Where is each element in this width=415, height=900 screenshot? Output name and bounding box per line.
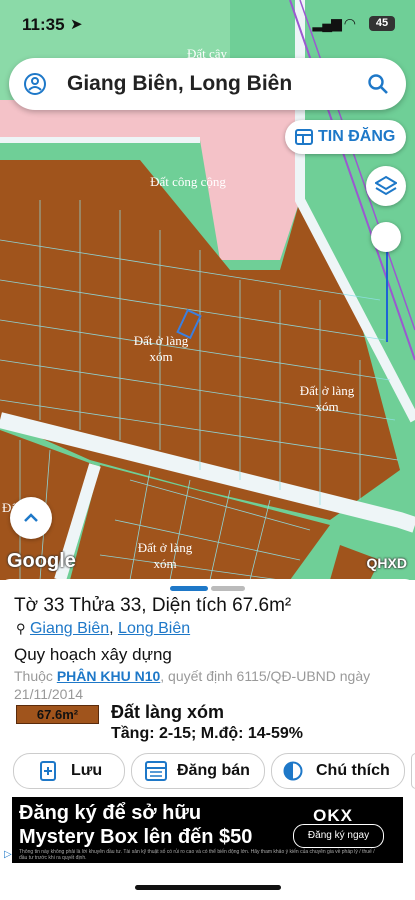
search-bar[interactable]: Giang Biên, Long Biên (9, 58, 406, 110)
zone-label-lang-xom-east: Đất ở làng xóm (299, 383, 355, 414)
layers-button[interactable] (366, 166, 406, 206)
tin-dang-label: TIN ĐĂNG (318, 128, 396, 145)
half-circle-icon (283, 761, 303, 781)
belongs-prefix: Thuộc (14, 668, 53, 684)
qhxd-label: QHXD (366, 555, 407, 571)
tin-dang-button[interactable]: TIN ĐĂNG (285, 120, 406, 154)
location-arrow-icon: ➤ (70, 16, 83, 33)
signal-wifi-icon: ▂▄▆ ◠ (312, 15, 356, 31)
ward-link[interactable]: Giang Biên (30, 620, 109, 637)
save-label: Lưu (71, 762, 103, 779)
legend-button[interactable]: Chú thích (271, 753, 405, 789)
save-button[interactable]: Lưu (13, 753, 125, 789)
planning-heading: Quy hoạch xây dựng (14, 645, 172, 664)
post-for-sale-label: Đăng bán (177, 762, 250, 779)
parcel-address: ⚲ Giang Biên, Long Biên (16, 620, 191, 637)
map-pin-icon: ⚲ (16, 621, 26, 636)
google-logo: Google (7, 550, 76, 572)
ad-choices-icon[interactable]: ▷ (4, 849, 12, 860)
add-document-icon (40, 761, 56, 781)
battery-icon: 45 (369, 16, 395, 31)
user-location-icon[interactable] (24, 73, 46, 95)
parcel-info-sheet[interactable]: Tờ 33 Thửa 33, Diện tích 67.6m² ⚲ Giang … (0, 579, 415, 900)
area-badge: 67.6m² (16, 705, 99, 724)
parcel-title: Tờ 33 Thửa 33, Diện tích 67.6m² (14, 595, 292, 616)
slider-knob[interactable] (371, 222, 401, 252)
ad-banner[interactable]: Đăng ký để sở hữu Mystery Box lên đến $5… (12, 797, 403, 863)
zone-label-lang-xom-south: Đất ở làng xóm (137, 540, 193, 571)
more-actions-peek[interactable] (411, 753, 415, 789)
expand-up-button[interactable] (10, 497, 52, 539)
search-icon[interactable] (367, 73, 389, 95)
ad-signup-button[interactable]: Đăng ký ngay (293, 824, 384, 848)
ad-headline-2: Mystery Box lên đến $50 (19, 826, 253, 848)
status-bar: 11:35 ➤ ▂▄▆ ◠ 45 (0, 0, 415, 46)
zone-label-lang-xom-center: Đất ở làng xóm (133, 333, 189, 364)
slider-track[interactable] (386, 242, 388, 342)
district-link[interactable]: Long Biên (118, 620, 190, 637)
listing-board-icon (145, 761, 167, 781)
floors-density: Tầng: 2-15; M.độ: 14-59% (111, 725, 304, 742)
clock: 11:35 (22, 15, 65, 34)
zone-description: Thuộc PHÂN KHU N10, quyết định 6115/QĐ-U… (14, 667, 404, 703)
zone-link[interactable]: PHÂN KHU N10 (57, 668, 160, 684)
land-type: Đất làng xóm (111, 702, 225, 722)
post-for-sale-button[interactable]: Đăng bán (131, 753, 265, 789)
opacity-slider[interactable] (371, 222, 401, 344)
layers-icon (375, 175, 397, 196)
ad-headline-1: Đăng ký để sở hữu (19, 802, 202, 824)
ad-disclaimer: Thông tin này không phải là lời khuyên đ… (19, 849, 375, 861)
okx-logo: OKX (313, 806, 353, 825)
legend-label: Chú thích (316, 762, 390, 779)
sheet-handle-inactive[interactable] (211, 586, 245, 591)
listing-icon (295, 129, 313, 145)
chevron-up-icon (24, 513, 38, 522)
sheet-handle-active[interactable] (170, 586, 208, 591)
zone-label-dat-cong-cong: Đất công cộng (150, 174, 226, 189)
home-indicator[interactable] (135, 885, 281, 890)
search-input[interactable]: Giang Biên, Long Biên (67, 72, 292, 96)
